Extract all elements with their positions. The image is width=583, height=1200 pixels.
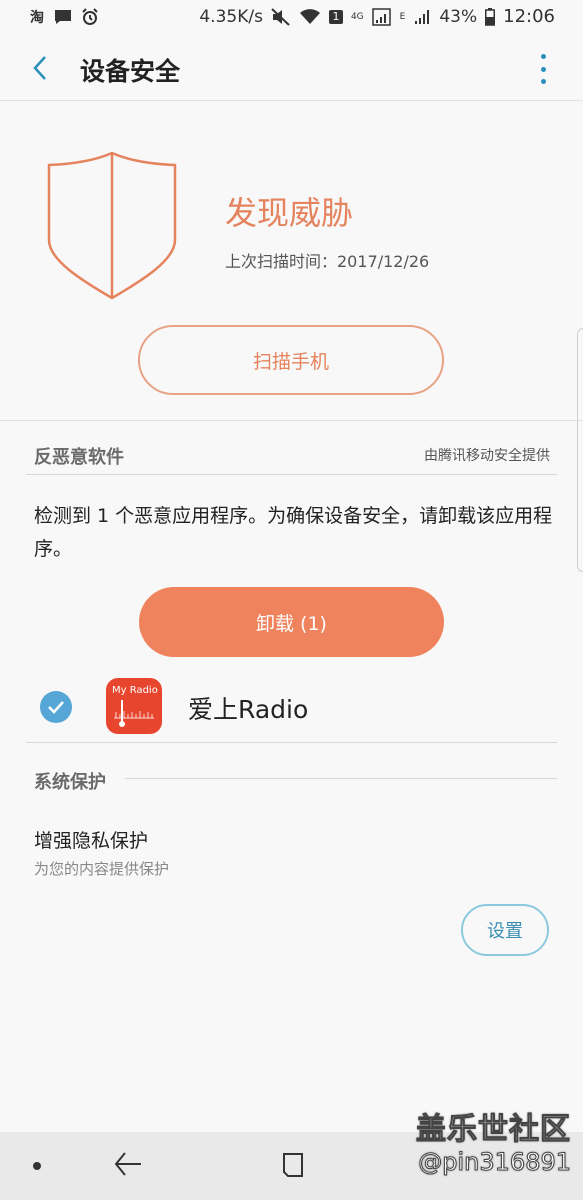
threat-title: 发现威胁: [225, 194, 354, 232]
alarm-icon: [82, 8, 98, 26]
network-4g-label: 4G: [350, 11, 364, 22]
status-right-icons: 4.35K/s 1 4G E 43% 12:06: [199, 6, 555, 27]
message-icon: [54, 9, 72, 25]
battery-percent: 43%: [439, 6, 478, 27]
app-row-divider: [26, 742, 557, 743]
more-options-button[interactable]: [533, 54, 553, 84]
system-protection-line: [125, 778, 557, 779]
more-dot-icon: [540, 79, 546, 84]
back-button[interactable]: [24, 52, 56, 84]
app-bar: 设备安全: [0, 36, 583, 100]
malicious-app-name: 爱上Radio: [188, 695, 309, 724]
last-scan-time: 上次扫描时间：2017/12/26: [225, 252, 430, 271]
page-title: 设备安全: [80, 57, 181, 86]
watermark-user: @pin316891: [418, 1148, 572, 1177]
antimalware-section-title: 反恶意软件: [34, 447, 124, 468]
privacy-protection-subtitle: 为您的内容提供保护: [34, 860, 170, 878]
scan-phone-button[interactable]: 扫描手机: [138, 325, 444, 395]
edge-panel-handle[interactable]: [577, 328, 583, 572]
settings-button[interactable]: 设置: [461, 904, 549, 956]
clock: 12:06: [503, 6, 555, 27]
recent-apps-icon: [283, 1153, 303, 1177]
my-radio-app-icon: My Radio: [106, 678, 162, 734]
checkbox-checked-icon[interactable]: [40, 691, 72, 723]
wifi-icon: [299, 8, 321, 26]
threat-divider: [0, 420, 583, 421]
provider-label: 由腾讯移动安全提供: [424, 448, 550, 464]
battery-icon: [485, 7, 496, 26]
nav-back-button[interactable]: [113, 1150, 143, 1182]
more-dot-icon: [540, 54, 546, 59]
taobao-icon: 淘: [30, 10, 44, 26]
recent-apps-button[interactable]: [280, 1152, 306, 1182]
status-left-icons: 淘: [30, 7, 98, 27]
sim1-badge: 1: [328, 9, 343, 24]
back-arrow-icon: [114, 1152, 141, 1176]
system-protection-title: 系统保护: [34, 772, 106, 793]
home-dot-icon[interactable]: [33, 1162, 41, 1170]
mute-icon: [271, 7, 291, 26]
network-e-label: E: [399, 11, 406, 22]
shield-icon: [46, 150, 180, 306]
detection-message: 检测到 1 个恶意应用程序。为确保设备安全，请卸载该应用程序。: [34, 505, 553, 560]
status-bar: 淘 4.35K/s 1 4G E 43% 12:06: [0, 0, 583, 36]
privacy-protection-title: 增强隐私保护: [34, 830, 149, 852]
app-bar-divider: [0, 100, 583, 101]
signal-2-icon: [413, 8, 431, 26]
watermark-title: 盖乐世社区: [416, 1112, 571, 1148]
more-dot-icon: [540, 66, 546, 72]
network-speed: 4.35K/s: [199, 6, 263, 27]
uninstall-button[interactable]: 卸载 (1): [139, 587, 444, 657]
chevron-left-icon: [33, 56, 46, 80]
signal-icon: [371, 7, 392, 26]
antimalware-divider: [26, 474, 557, 475]
